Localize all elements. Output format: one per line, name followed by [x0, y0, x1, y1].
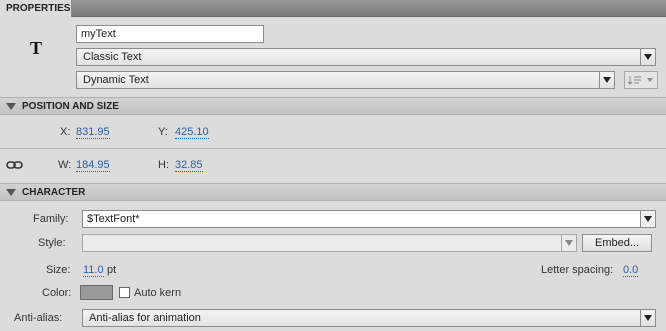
text-tool-icon: T	[30, 38, 43, 58]
w-label: W:	[58, 159, 72, 171]
size-unit: pt	[107, 264, 117, 276]
h-label: H:	[158, 159, 169, 171]
chevron-down-icon	[640, 211, 655, 227]
auto-kern-label: Auto kern	[134, 287, 182, 299]
letter-spacing-label: Letter spacing:	[541, 264, 614, 276]
embed-button[interactable]: Embed...	[582, 234, 652, 252]
chevron-down-icon	[640, 310, 655, 326]
color-label: Color:	[42, 287, 72, 299]
divider	[0, 148, 666, 149]
anti-alias-value: Anti-alias for animation	[89, 312, 201, 324]
chevron-down-icon	[599, 72, 614, 88]
anti-alias-label: Anti-alias:	[14, 312, 63, 324]
section-position-and-size[interactable]: POSITION AND SIZE	[0, 97, 666, 115]
panel-tab-bar: PROPERTIES	[0, 0, 666, 17]
collapse-triangle-icon	[6, 103, 16, 110]
h-value[interactable]: 32.85	[175, 159, 203, 172]
w-value[interactable]: 184.95	[76, 159, 110, 172]
y-value[interactable]: 425.10	[175, 126, 209, 139]
size-value[interactable]: 11.0	[83, 264, 104, 277]
section-title: CHARACTER	[22, 187, 86, 198]
chevron-down-icon	[561, 235, 576, 251]
collapse-triangle-icon	[6, 189, 16, 196]
auto-kern-checkbox[interactable]	[119, 287, 130, 298]
font-style-dropdown[interactable]	[82, 234, 577, 252]
section-title: POSITION AND SIZE	[22, 101, 119, 112]
text-type-dropdown[interactable]: Dynamic Text	[76, 71, 615, 89]
font-family-dropdown[interactable]: $TextFont*	[82, 210, 656, 228]
text-engine-value: Classic Text	[83, 51, 142, 63]
lock-proportions-button[interactable]	[6, 160, 24, 173]
text-type-value: Dynamic Text	[83, 74, 149, 86]
font-family-value: $TextFont*	[87, 213, 140, 225]
family-label: Family:	[33, 213, 69, 225]
text-orientation-button[interactable]	[624, 71, 658, 89]
tab-properties[interactable]: PROPERTIES	[0, 0, 72, 17]
x-label: X:	[60, 126, 71, 138]
y-label: Y:	[158, 126, 168, 138]
text-orientation-icon	[627, 76, 653, 85]
style-label: Style:	[38, 237, 66, 249]
text-color-swatch[interactable]	[80, 285, 113, 300]
letter-spacing-value[interactable]: 0.0	[623, 264, 639, 277]
chevron-down-icon	[640, 49, 655, 65]
section-character[interactable]: CHARACTER	[0, 183, 666, 201]
instance-name-input[interactable]: myText	[76, 25, 264, 43]
chain-link-icon	[6, 161, 23, 169]
size-label: Size:	[46, 264, 71, 276]
x-value[interactable]: 831.95	[76, 126, 110, 139]
text-engine-dropdown[interactable]: Classic Text	[76, 48, 656, 66]
anti-alias-dropdown[interactable]: Anti-alias for animation	[82, 309, 656, 327]
